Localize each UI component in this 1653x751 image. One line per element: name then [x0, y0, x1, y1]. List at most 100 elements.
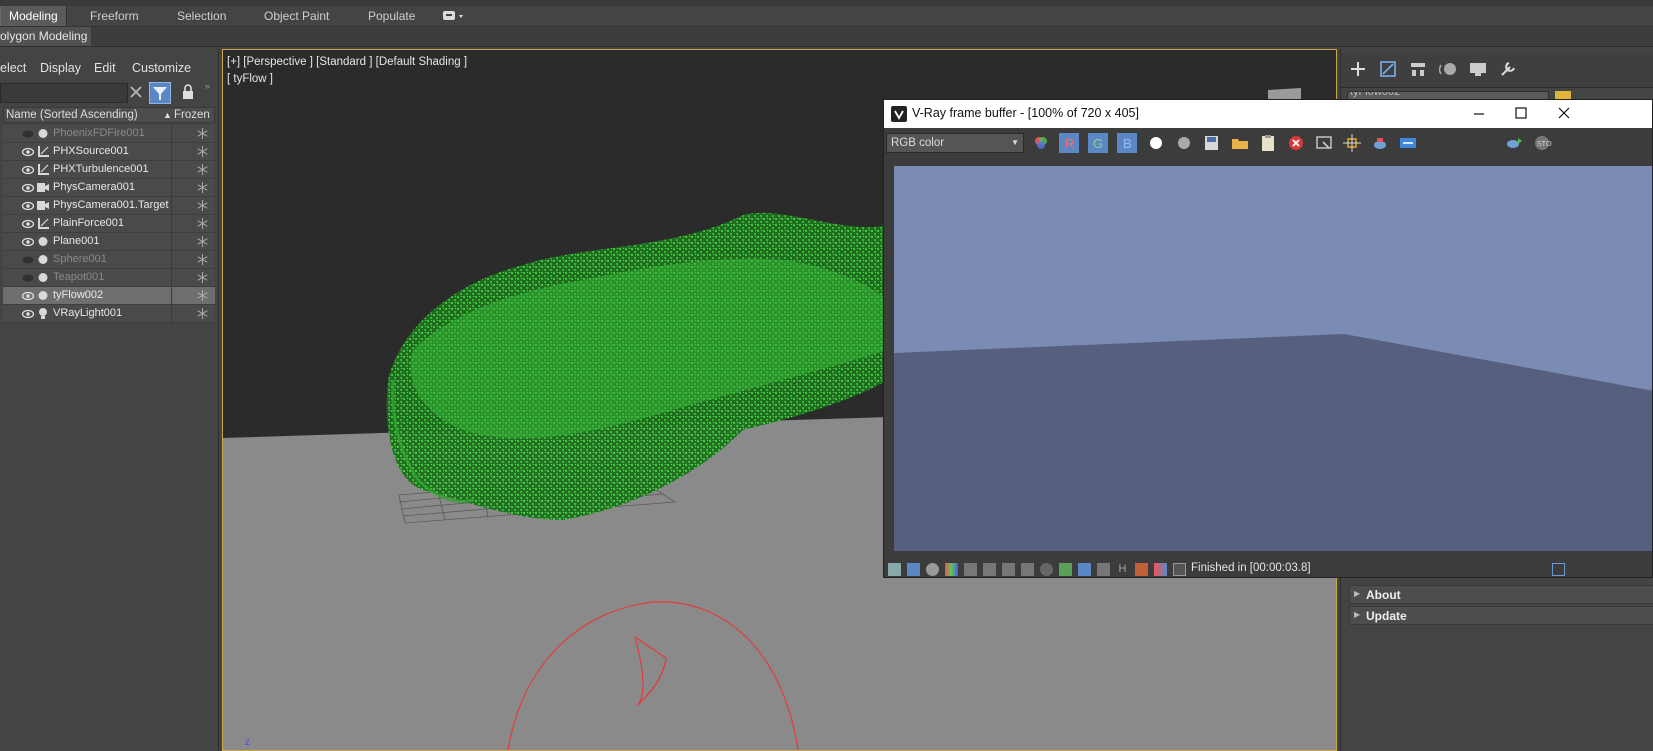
create-tab-icon[interactable]: [1349, 60, 1367, 81]
scene-object-row[interactable]: PlainForce001: [3, 215, 215, 233]
eye-icon[interactable]: [21, 164, 35, 175]
freeze-toggle[interactable]: [171, 287, 216, 304]
info-icon[interactable]: [926, 563, 939, 576]
eye-icon[interactable]: [21, 200, 35, 211]
eye-icon[interactable]: [21, 182, 35, 193]
ocio-icon[interactable]: [1173, 563, 1186, 576]
polygon-modeling-panel[interactable]: olygon Modeling: [0, 27, 92, 46]
view-white-icon[interactable]: [1146, 133, 1166, 153]
rollout-update[interactable]: ▶ Update: [1349, 606, 1653, 625]
overflow-chevron-icon[interactable]: »: [205, 81, 210, 91]
tab-freeform[interactable]: Freeform: [90, 6, 139, 26]
eye-hidden-icon[interactable]: [22, 254, 34, 264]
white-balance-icon[interactable]: [1059, 563, 1072, 576]
region-render-icon[interactable]: [1342, 133, 1362, 153]
clear-search-icon[interactable]: [129, 84, 143, 103]
hsl-icon[interactable]: H: [1116, 563, 1129, 576]
scene-object-row[interactable]: PhysCamera001.Target: [3, 197, 215, 215]
scene-object-row[interactable]: Teapot001: [3, 269, 215, 287]
eye-icon[interactable]: [21, 308, 35, 319]
background-icon[interactable]: [1097, 563, 1110, 576]
lock-icon[interactable]: [181, 84, 195, 103]
minimize-icon[interactable]: [1472, 107, 1486, 124]
lut-icon[interactable]: [1154, 563, 1167, 576]
freeze-toggle[interactable]: [171, 215, 216, 232]
filter-button[interactable]: [149, 82, 171, 104]
viewport-label[interactable]: [+] [Perspective ] [Standard ] [Default …: [227, 56, 467, 68]
modify-tab-icon[interactable]: [1379, 60, 1397, 81]
display-tab-icon[interactable]: [1469, 60, 1487, 81]
eye-hidden-icon[interactable]: [22, 272, 34, 282]
history-icon[interactable]: [888, 563, 901, 576]
eye-icon[interactable]: [21, 218, 35, 229]
lens-effects-icon[interactable]: [1398, 133, 1418, 153]
menu-customize[interactable]: Customize: [132, 61, 191, 75]
ribbon-options-button[interactable]: [442, 9, 466, 23]
color-channels-icon[interactable]: [1031, 133, 1051, 153]
motion-tab-icon[interactable]: [1438, 60, 1457, 81]
freeze-toggle[interactable]: [171, 161, 216, 178]
clipboard-icon[interactable]: [1258, 133, 1278, 153]
rollout-about[interactable]: ▶ About: [1349, 585, 1653, 604]
expand-panel-icon[interactable]: [1552, 563, 1565, 576]
levels-icon[interactable]: [945, 563, 958, 576]
eye-icon[interactable]: [21, 290, 35, 301]
scene-object-row[interactable]: Plane001: [3, 233, 215, 251]
close-icon[interactable]: [1557, 106, 1571, 123]
channel-select[interactable]: RGB color ▼: [886, 133, 1024, 153]
hierarchy-tab-icon[interactable]: [1409, 60, 1427, 81]
stop-render-icon[interactable]: STOP: [1532, 133, 1556, 153]
search-input[interactable]: [0, 83, 128, 103]
scene-object-row[interactable]: PhoenixFDFire001: [3, 125, 215, 143]
settings-icon[interactable]: [964, 563, 977, 576]
scene-object-row[interactable]: PHXTurbulence001: [3, 161, 215, 179]
scene-object-row[interactable]: VRayLight001: [3, 305, 215, 323]
freeze-toggle[interactable]: [171, 179, 216, 196]
maximize-icon[interactable]: [1514, 106, 1528, 123]
menu-display[interactable]: Display: [40, 61, 81, 75]
clear-image-icon[interactable]: [1286, 133, 1306, 153]
frozen-column-header[interactable]: Frozen: [174, 108, 210, 122]
color-correction-icon[interactable]: [907, 563, 920, 576]
tab-selection[interactable]: Selection: [177, 6, 226, 26]
eye-icon[interactable]: [21, 146, 35, 157]
exposure-icon[interactable]: [1040, 563, 1053, 576]
utilities-tab-icon[interactable]: [1499, 60, 1517, 81]
open-folder-icon[interactable]: [1230, 133, 1250, 153]
freeze-toggle[interactable]: [171, 197, 216, 214]
scene-object-row[interactable]: PhysCamera001: [3, 179, 215, 197]
freeze-toggle[interactable]: [171, 125, 216, 142]
name-column-header[interactable]: Name (Sorted Ascending): [6, 108, 138, 122]
freeze-toggle[interactable]: [171, 251, 216, 268]
histogram-icon[interactable]: [1002, 563, 1015, 576]
tab-object-paint[interactable]: Object Paint: [264, 6, 329, 26]
tab-modeling[interactable]: Modeling: [0, 6, 67, 26]
curve-editor-icon[interactable]: [1078, 563, 1091, 576]
freeze-toggle[interactable]: [171, 233, 216, 250]
expand-arrow-icon: ▶: [1354, 589, 1361, 598]
green-channel-button[interactable]: G: [1088, 133, 1108, 153]
freeze-toggle[interactable]: [171, 143, 216, 160]
save-icon[interactable]: [1202, 133, 1222, 153]
curves-icon[interactable]: [1021, 563, 1034, 576]
freeze-toggle[interactable]: [171, 269, 216, 286]
render-image[interactable]: [894, 166, 1652, 551]
render-interactive-icon[interactable]: [1504, 133, 1524, 153]
scene-object-row[interactable]: PHXSource001: [3, 143, 215, 161]
compare-icon[interactable]: [1135, 563, 1148, 576]
menu-edit[interactable]: Edit: [94, 61, 116, 75]
scene-object-row[interactable]: tyFlow002: [3, 287, 215, 305]
blue-channel-button[interactable]: B: [1117, 133, 1137, 153]
red-channel-button[interactable]: R: [1059, 133, 1079, 153]
eye-hidden-icon[interactable]: [22, 128, 34, 138]
render-status-text: Finished in [00:00:03.8]: [1191, 562, 1311, 574]
layers-icon[interactable]: [983, 563, 996, 576]
track-mouse-icon[interactable]: [1314, 133, 1334, 153]
freeze-toggle[interactable]: [171, 305, 216, 322]
eye-icon[interactable]: [21, 236, 35, 247]
render-teapot-icon[interactable]: [1370, 133, 1390, 153]
tab-populate[interactable]: Populate: [368, 6, 415, 26]
menu-select[interactable]: elect: [0, 61, 26, 75]
view-gray-icon[interactable]: [1174, 133, 1194, 153]
scene-object-row[interactable]: Sphere001: [3, 251, 215, 269]
